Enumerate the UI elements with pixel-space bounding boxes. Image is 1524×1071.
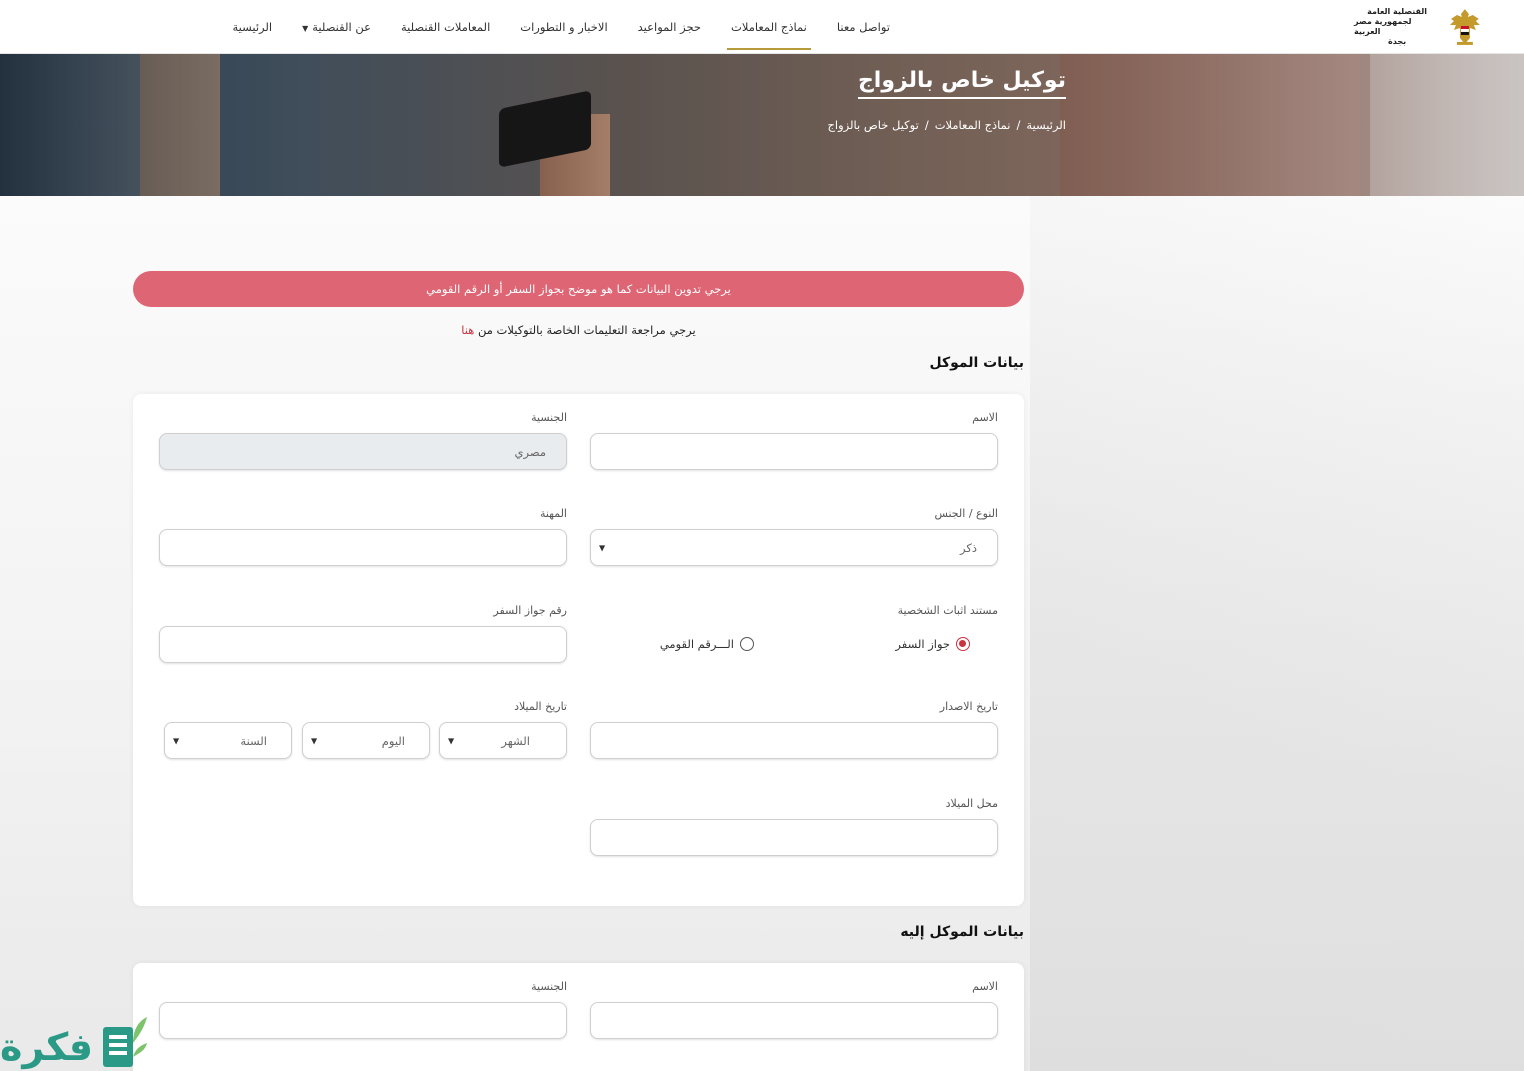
gender-select-value: ذكر <box>960 540 977 555</box>
chevron-down-icon: ▼ <box>302 24 309 33</box>
breadcrumb-home[interactable]: الرئيسية <box>1026 118 1066 132</box>
breadcrumb-forms[interactable]: نماذج المعاملات <box>935 118 1011 132</box>
birth-day-select[interactable]: اليوم ▼ <box>302 722 430 759</box>
radio-passport-label: جواز السفر <box>895 637 950 651</box>
breadcrumb: الرئيسية / نماذج المعاملات / توكيل خاص ب… <box>827 118 1066 132</box>
breadcrumb-separator: / <box>1016 118 1021 132</box>
main-nav: الرئيسية عن القنصلية▼ المعاملات القنصلية… <box>228 0 894 54</box>
logo-line-2: لجمهورية مصر العربية <box>1354 17 1412 36</box>
birth-month-value: الشهر <box>501 733 530 748</box>
logo-line-1: القنصلية العامة <box>1367 7 1428 16</box>
id-doc-label: مستند اثبات الشخصية <box>897 604 998 617</box>
instructions-link[interactable]: هنا <box>461 323 474 337</box>
consulate-logo[interactable]: القنصلية العامة لجمهورية مصر العربية بجد… <box>1354 5 1484 49</box>
nav-item-appointments[interactable]: حجز المواعيد <box>634 2 705 52</box>
info-alert: يرجي تدوين البيانات كما هو موضح بجواز ال… <box>133 271 1024 307</box>
chevron-down-icon: ▼ <box>448 736 455 745</box>
name-label: الاسم <box>972 411 998 424</box>
gender-select[interactable]: ذكر ▼ <box>590 529 998 566</box>
logo-text: القنصلية العامة لجمهورية مصر العربية بجد… <box>1354 7 1440 47</box>
nav-item-about-label: عن القنصلية <box>312 20 371 34</box>
radio-checked-icon[interactable] <box>956 637 970 651</box>
agent-name-input[interactable] <box>590 1002 998 1039</box>
issue-date-label: تاريخ الاصدار <box>939 700 998 713</box>
agent-nationality-input[interactable] <box>159 1002 567 1039</box>
egypt-eagle-icon <box>1450 9 1481 45</box>
breadcrumb-separator: / <box>924 118 929 132</box>
nav-item-about[interactable]: عن القنصلية▼ <box>298 2 375 52</box>
fikra-watermark: فكرة <box>0 1010 155 1071</box>
nav-item-forms-label: نماذج المعاملات <box>731 20 807 34</box>
nav-item-consular-services-label: المعاملات القنصلية <box>400 20 491 34</box>
chevron-down-icon: ▼ <box>173 736 180 745</box>
nav-item-news[interactable]: الاخبار و التطورات <box>516 2 611 52</box>
agent-card: الاسم الجنسية <box>133 963 1024 1071</box>
radio-passport[interactable]: جواز السفر <box>895 637 970 651</box>
instructions-note: يرجي مراجعة التعليمات الخاصة بالتوكيلات … <box>133 323 1024 337</box>
principal-section-title: بيانات الموكل <box>929 355 1024 371</box>
nav-item-appointments-label: حجز المواعيد <box>637 20 702 34</box>
nationality-label: الجنسية <box>531 411 567 424</box>
book-leaf-icon <box>103 1017 148 1067</box>
nav-item-forms[interactable]: نماذج المعاملات <box>727 2 811 52</box>
hero-overlay <box>0 54 1524 196</box>
radio-national-id-label: الـــرقم القومي <box>659 637 734 651</box>
profession-input[interactable] <box>159 529 567 566</box>
top-navbar: القنصلية العامة لجمهورية مصر العربية بجد… <box>0 0 1524 54</box>
nav-item-consular-services[interactable]: المعاملات القنصلية <box>397 2 494 52</box>
gender-label: النوع / الجنس <box>934 507 998 520</box>
agent-section-title: بيانات الموكل إليه <box>900 924 1024 940</box>
nav-item-news-label: الاخبار و التطورات <box>520 20 608 34</box>
nav-item-home[interactable]: الرئيسية <box>228 2 276 52</box>
watermark-text: فكرة <box>0 1025 94 1069</box>
profession-label: المهنة <box>539 507 567 520</box>
birth-month-select[interactable]: الشهر ▼ <box>439 722 567 759</box>
birth-year-select[interactable]: السنة ▼ <box>164 722 292 759</box>
chevron-down-icon: ▼ <box>599 543 606 552</box>
nav-item-contact[interactable]: تواصل معنا <box>833 2 894 52</box>
logo-line-3: بجدة <box>1388 37 1407 46</box>
passport-number-label: رقم جواز السفر <box>493 604 567 617</box>
page-title: توكيل خاص بالزواج <box>857 68 1066 99</box>
nav-item-home-label: الرئيسية <box>232 20 273 34</box>
agent-nationality-label: الجنسية <box>531 980 567 993</box>
agent-name-label: الاسم <box>972 980 998 993</box>
passport-number-input[interactable] <box>159 626 567 663</box>
radio-unchecked-icon[interactable] <box>740 637 754 651</box>
principal-card: الاسم الجنسية مصري النوع / الجنس ذكر ▼ ا… <box>133 394 1024 906</box>
birth-day-value: اليوم <box>381 733 405 748</box>
nav-item-contact-label: تواصل معنا <box>836 20 890 34</box>
chevron-down-icon: ▼ <box>311 736 318 745</box>
nationality-input: مصري <box>159 433 567 470</box>
issue-date-input[interactable] <box>590 722 998 759</box>
hero-banner: توكيل خاص بالزواج الرئيسية / نماذج المعا… <box>0 54 1524 196</box>
birth-date-label: تاريخ الميلاد <box>514 700 567 713</box>
radio-national-id[interactable]: الـــرقم القومي <box>660 637 754 651</box>
name-input[interactable] <box>590 433 998 470</box>
birth-year-value: السنة <box>240 733 267 748</box>
instructions-note-text: يرجي مراجعة التعليمات الخاصة بالتوكيلات … <box>477 323 696 337</box>
birth-place-input[interactable] <box>590 819 998 856</box>
breadcrumb-current: توكيل خاص بالزواج <box>827 118 919 132</box>
birth-place-label: محل الميلاد <box>945 797 998 810</box>
